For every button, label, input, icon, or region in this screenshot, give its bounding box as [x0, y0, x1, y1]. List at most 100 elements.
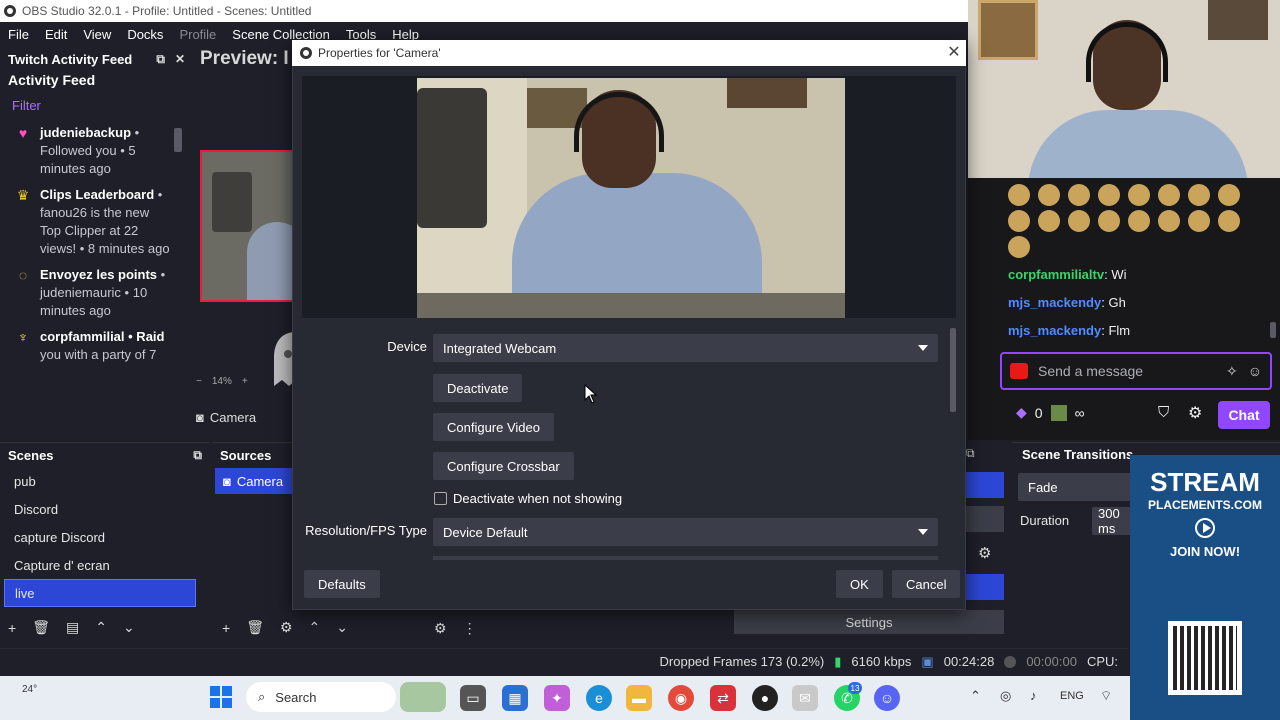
- scene-item[interactable]: Discord: [4, 495, 196, 523]
- emote-grid: [1008, 184, 1248, 262]
- shield-icon[interactable]: ⛉: [1158, 404, 1169, 421]
- resolution-fps-select[interactable]: Device Default: [433, 518, 938, 546]
- defaults-button[interactable]: Defaults: [304, 570, 380, 598]
- chat-username[interactable]: corpfammilialtv: [1008, 267, 1104, 282]
- remove-source-icon[interactable]: 🗑: [246, 619, 264, 636]
- sparkle-icon[interactable]: ✧: [1226, 363, 1238, 380]
- filter-link[interactable]: Filter: [0, 94, 193, 120]
- source-item-camera[interactable]: ◙ Camera: [215, 468, 293, 494]
- scene-item[interactable]: live: [4, 579, 196, 607]
- emoji-icon[interactable]: ☺: [1248, 363, 1270, 379]
- chat-username[interactable]: mjs_mackendy: [1008, 323, 1101, 338]
- ok-button[interactable]: OK: [836, 570, 883, 598]
- feed-item-name[interactable]: judeniebackup: [40, 125, 131, 140]
- feed-item-name[interactable]: Envoyez les points: [40, 267, 157, 282]
- settings-button[interactable]: Settings: [734, 610, 1004, 634]
- crown-icon: ♛: [16, 187, 30, 203]
- close-icon[interactable]: ✕: [175, 52, 185, 67]
- scene-item[interactable]: pub: [4, 467, 196, 495]
- menu-view[interactable]: View: [83, 27, 111, 42]
- menu-profile[interactable]: Profile: [179, 27, 216, 42]
- emote-icon: [1038, 184, 1060, 206]
- microphone-icon[interactable]: ♪: [1030, 688, 1037, 703]
- gear-icon[interactable]: ⚙: [978, 544, 991, 562]
- windows-start-icon[interactable]: [210, 686, 232, 708]
- deactivate-when-hidden-checkbox[interactable]: [434, 492, 447, 505]
- chat-messages: corpfammilialtv: Wi mjs_mackendy: Gh mjs_m…: [968, 260, 1280, 344]
- controls-button[interactable]: [966, 506, 1004, 532]
- network-icon[interactable]: ◎: [1000, 688, 1011, 704]
- camera-icon: ◙: [223, 473, 231, 489]
- more-icon[interactable]: ⋮: [463, 620, 477, 637]
- app-icon[interactable]: ⇄: [710, 685, 736, 711]
- menu-edit[interactable]: Edit: [45, 27, 67, 42]
- notepad-icon[interactable]: ✉: [792, 685, 818, 711]
- obs-logo-icon: [300, 47, 312, 59]
- scene-item[interactable]: capture Discord: [4, 523, 196, 551]
- gear-icon[interactable]: ⚙: [280, 619, 293, 636]
- float-icon[interactable]: ⧉: [156, 52, 165, 67]
- feed-scrollbar[interactable]: [174, 128, 182, 152]
- ad-subtitle: PLACEMENTS.COM: [1148, 498, 1262, 512]
- menu-file[interactable]: File: [8, 27, 29, 42]
- add-source-icon[interactable]: +: [222, 620, 230, 636]
- chevron-up-icon[interactable]: ⌃: [970, 688, 981, 704]
- edge-icon[interactable]: e: [586, 685, 612, 711]
- feed-item-name[interactable]: Clips Leaderboard: [40, 187, 154, 202]
- scene-item[interactable]: Capture d' ecran: [4, 551, 196, 579]
- gear-icon[interactable]: ⚙: [434, 620, 447, 637]
- controls-start-button[interactable]: [966, 472, 1004, 498]
- configure-video-button[interactable]: Configure Video: [433, 413, 554, 441]
- obs-icon[interactable]: ●: [752, 685, 778, 711]
- add-scene-icon[interactable]: +: [8, 620, 16, 636]
- zoom-out-icon[interactable]: −: [196, 376, 202, 387]
- move-down-icon[interactable]: ⌄: [336, 619, 348, 636]
- wifi-icon[interactable]: ⌔: [1100, 688, 1112, 704]
- chat-username[interactable]: mjs_mackendy: [1008, 295, 1101, 310]
- store-icon[interactable]: ▦: [502, 685, 528, 711]
- cancel-button[interactable]: Cancel: [892, 570, 961, 598]
- transition-select[interactable]: Fade: [1018, 473, 1138, 501]
- taskbar-search[interactable]: ⌕ Search: [246, 682, 396, 712]
- move-up-icon[interactable]: ⌃: [95, 619, 107, 636]
- configure-crossbar-button[interactable]: Configure Crossbar: [433, 452, 574, 480]
- avatar[interactable]: [1050, 404, 1067, 421]
- gear-icon[interactable]: ⚙: [1188, 403, 1202, 423]
- weather-temp[interactable]: 24°: [22, 684, 37, 695]
- float-icon[interactable]: ⧉: [966, 446, 975, 461]
- filters-icon[interactable]: ▤: [66, 619, 79, 636]
- remove-scene-icon[interactable]: 🗑: [32, 619, 50, 636]
- feed-item-name[interactable]: corpfammilial • Raid: [40, 329, 164, 344]
- file-explorer-icon[interactable]: ▬: [626, 685, 652, 711]
- feed-item: ◌ Envoyez les points • judeniemauric • 10…: [0, 262, 193, 324]
- zoom-in-icon[interactable]: +: [242, 376, 248, 387]
- discord-icon[interactable]: ☺: [874, 685, 900, 711]
- preview-canvas[interactable]: [200, 150, 295, 302]
- source-item-label: Camera: [236, 473, 284, 489]
- deactivate-button[interactable]: Deactivate: [433, 374, 523, 402]
- language-label[interactable]: ENG: [1060, 690, 1084, 702]
- task-view-icon[interactable]: ▭: [460, 685, 486, 711]
- close-icon[interactable]: ✕: [944, 42, 964, 62]
- chrome-icon[interactable]: ◉: [668, 685, 694, 711]
- search-highlight-icon[interactable]: [400, 682, 446, 712]
- chat-text: : Gh: [1101, 294, 1126, 310]
- dialog-scrollbar[interactable]: [950, 328, 956, 412]
- emote-icon: [1158, 184, 1180, 206]
- menu-docks[interactable]: Docks: [127, 27, 163, 42]
- status-bar: Dropped Frames 173 (0.2%) ▮ 6160 kbps ▣ …: [0, 648, 1128, 674]
- move-down-icon[interactable]: ⌄: [123, 619, 135, 636]
- stream-placements-ad[interactable]: STREAM PLACEMENTS.COM JOIN NOW!: [1130, 455, 1280, 720]
- float-icon[interactable]: ⧉: [193, 448, 202, 463]
- chat-input[interactable]: Send a message ✧ ☺: [1000, 352, 1272, 390]
- chat-send-button[interactable]: Chat: [1218, 401, 1270, 429]
- heart-icon: ♥: [18, 125, 28, 141]
- video-icon: [1010, 363, 1028, 379]
- emote-icon: [1188, 210, 1210, 232]
- controls-start-button-2[interactable]: [966, 574, 1004, 600]
- bits-icon[interactable]: ◆: [1016, 404, 1027, 421]
- device-select[interactable]: Integrated Webcam: [433, 334, 938, 362]
- move-up-icon[interactable]: ⌃: [309, 619, 321, 636]
- chat-scrollbar[interactable]: [1270, 322, 1276, 338]
- copilot-icon[interactable]: ✦: [544, 685, 570, 711]
